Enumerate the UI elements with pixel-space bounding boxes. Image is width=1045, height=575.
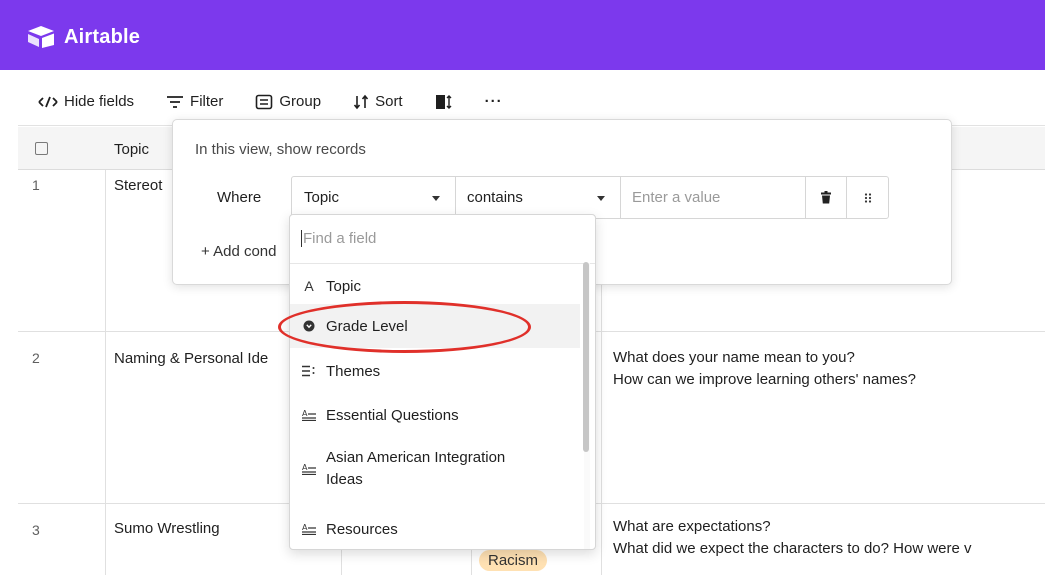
- dropdown-divider: [290, 263, 595, 264]
- delete-condition-button[interactable]: [805, 176, 847, 219]
- more-options-icon: ···: [484, 93, 503, 110]
- essential-questions-cell[interactable]: What does your name mean to you? How can…: [613, 347, 916, 391]
- filter-button[interactable]: Filter: [166, 93, 223, 110]
- select-all-checkbox[interactable]: [35, 142, 48, 155]
- field-select-value: Topic: [304, 189, 340, 206]
- value-input[interactable]: Enter a value: [620, 176, 806, 219]
- field-option-label-line1: Asian American Integration: [326, 449, 506, 466]
- app-header: Airtable: [0, 0, 1045, 70]
- where-label: Where: [217, 189, 262, 206]
- long-text-icon: A: [298, 523, 320, 535]
- chevron-down-icon: [432, 196, 440, 201]
- group-button[interactable]: Group: [255, 93, 321, 110]
- topic-cell[interactable]: Sumo Wrestling: [114, 520, 220, 537]
- find-field-input[interactable]: Find a field: [301, 230, 376, 247]
- multi-select-icon: [298, 365, 320, 377]
- question-line: What are expectations?: [613, 518, 771, 535]
- filter-label: Filter: [190, 93, 224, 110]
- dropdown-scrollbar-thumb[interactable]: [583, 262, 589, 452]
- field-option-resources[interactable]: A Resources: [290, 509, 580, 549]
- row-number: 3: [32, 522, 40, 538]
- row-number: 1: [32, 177, 40, 193]
- drag-handle-icon: [864, 192, 871, 203]
- field-option-themes[interactable]: Themes: [290, 349, 580, 393]
- row-number: 2: [32, 350, 40, 366]
- add-condition-button[interactable]: + Add cond: [201, 243, 276, 260]
- topic-cell[interactable]: Stereot: [114, 177, 162, 194]
- field-option-label: Essential Questions: [326, 406, 459, 424]
- svg-text:A: A: [302, 523, 308, 532]
- text-icon: A: [304, 278, 314, 294]
- row-height-button[interactable]: [435, 94, 453, 110]
- question-line: What does your name mean to you?: [613, 349, 855, 366]
- theme-tag: Racism: [479, 550, 548, 571]
- brand[interactable]: Airtable: [26, 25, 140, 49]
- question-line: What did we expect the characters to do?…: [613, 540, 972, 557]
- column-header-topic[interactable]: Topic: [114, 141, 149, 158]
- field-option-topic[interactable]: A Topic: [290, 266, 580, 306]
- question-line: How can we improve learning others' name…: [613, 371, 917, 388]
- filter-popover-title: In this view, show records: [195, 141, 366, 158]
- app-name: Airtable: [64, 25, 141, 48]
- hide-fields-icon: [38, 96, 58, 107]
- field-option-label: Themes: [326, 362, 381, 380]
- drag-handle[interactable]: [846, 176, 889, 219]
- operator-select-value: contains: [467, 189, 523, 206]
- chevron-down-icon: [597, 196, 605, 201]
- group-label: Group: [279, 93, 322, 110]
- highlight-annotation-ellipse: [278, 301, 531, 353]
- sort-icon: [353, 94, 369, 109]
- long-text-icon: A: [298, 463, 320, 475]
- essential-questions-cell[interactable]: What are expectations? What did we expec…: [613, 516, 972, 560]
- row-height-icon: [435, 94, 452, 109]
- sort-label: Sort: [375, 93, 403, 110]
- field-option-label-line2: Ideas: [326, 471, 363, 488]
- hide-fields-button[interactable]: Hide fields: [38, 93, 134, 110]
- topic-cell[interactable]: Naming & Personal Ide: [114, 350, 268, 367]
- field-option-label: Resources: [326, 520, 398, 538]
- hide-fields-label: Hide fields: [64, 93, 135, 110]
- operator-select[interactable]: contains: [455, 176, 621, 219]
- field-picker-dropdown: Find a field A Topic Grade Level Themes …: [289, 214, 596, 550]
- field-option-asian-american-integration-ideas[interactable]: A Asian American Integration Ideas: [290, 439, 580, 499]
- value-input-placeholder: Enter a value: [632, 189, 721, 206]
- svg-text:A: A: [302, 409, 308, 418]
- filter-icon: [167, 95, 184, 108]
- svg-text:A: A: [302, 463, 308, 472]
- field-select[interactable]: Topic: [291, 176, 456, 219]
- trash-icon: [821, 191, 831, 204]
- long-text-icon: A: [298, 409, 320, 421]
- column-divider: [105, 170, 106, 575]
- more-options-button[interactable]: ···: [485, 93, 503, 110]
- field-option-essential-questions[interactable]: A Essential Questions: [290, 393, 580, 437]
- field-option-label: Topic: [326, 277, 362, 295]
- field-option-label: Asian American Integration Ideas: [326, 447, 505, 491]
- group-icon: [256, 94, 273, 109]
- sort-button[interactable]: Sort: [353, 93, 403, 110]
- airtable-logo-icon: [28, 26, 54, 48]
